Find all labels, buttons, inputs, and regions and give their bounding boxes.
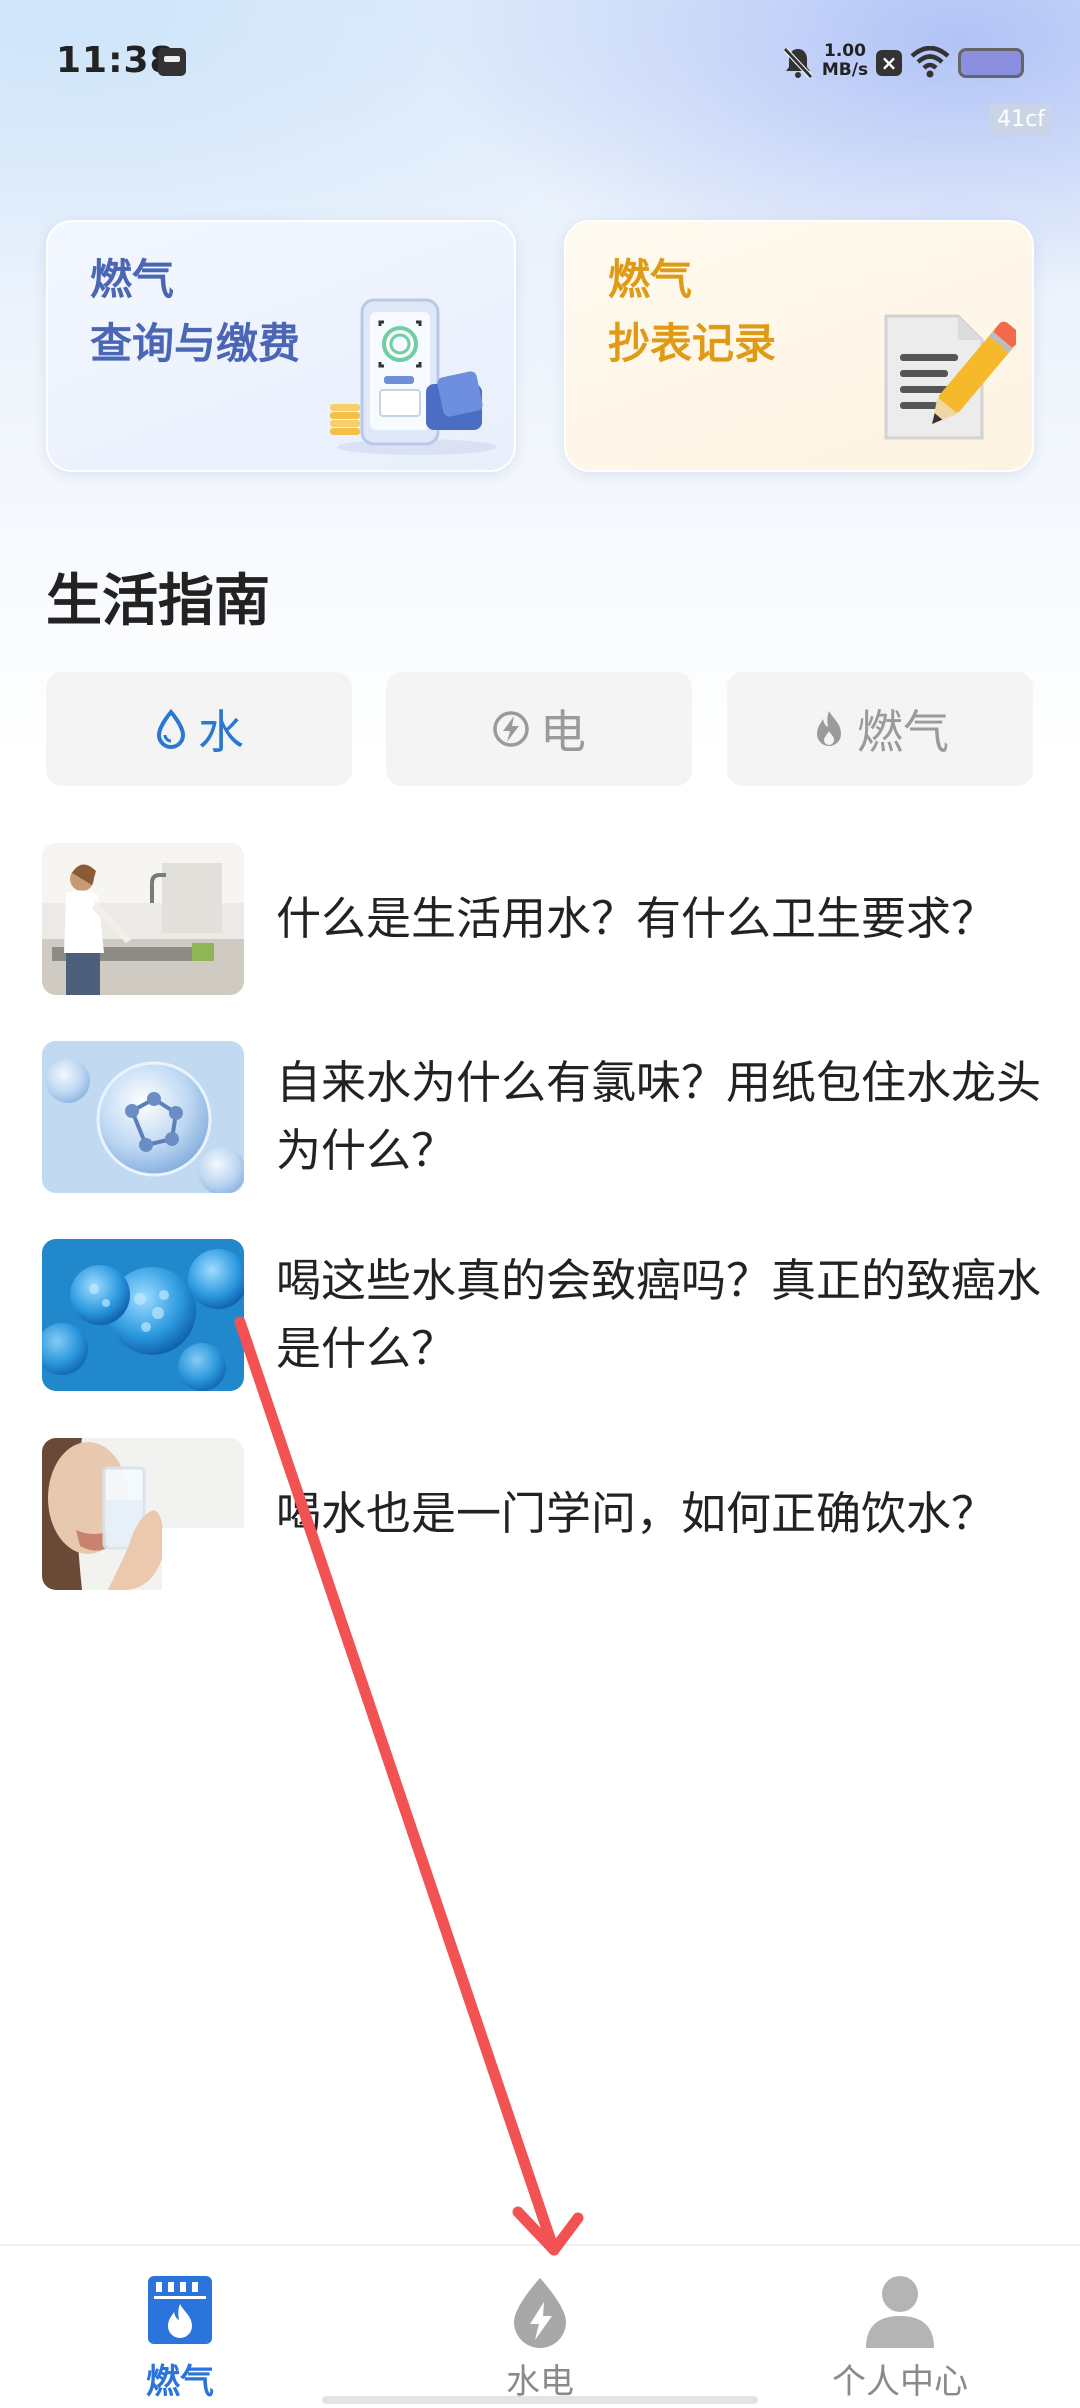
status-bar: 11:38 1.00 MB/s × 41cf: [0, 0, 1080, 136]
close-badge-icon: ×: [876, 50, 902, 76]
card-subtitle: 查询与缴费: [90, 319, 301, 368]
water-electric-drop-icon: [514, 2278, 566, 2348]
network-speed-unit: MB/s: [821, 60, 869, 80]
gas-meter-icon: [148, 2276, 212, 2344]
nav-item-gas[interactable]: 燃气: [70, 2268, 290, 2402]
tab-label: 水: [198, 705, 244, 759]
nav-item-water-electricity[interactable]: 水电: [430, 2268, 650, 2402]
network-speed: 1.00 MB/s: [820, 42, 870, 80]
debug-tag: 41cf: [990, 104, 1052, 136]
water-drop-icon: [156, 709, 186, 749]
battery-icon: [958, 48, 1024, 78]
network-speed-value: 1.00: [824, 41, 866, 61]
sim-card-icon: [158, 48, 186, 76]
bottom-navigation: 燃气 水电 个人中心: [0, 2244, 1080, 2408]
article-item[interactable]: 什么是生活用水？有什么卫生要求？: [42, 843, 1042, 995]
tab-label: 电: [540, 705, 586, 759]
water-molecules-image: [42, 1041, 244, 1193]
phone-fingerprint-payment-icon: [330, 298, 497, 455]
home-indicator[interactable]: [322, 2396, 758, 2404]
lightning-icon: [493, 711, 529, 747]
woman-at-kitchen-sink-image: [42, 843, 244, 995]
tab-water[interactable]: 水: [46, 672, 352, 786]
article-item[interactable]: 喝水也是一门学问，如何正确饮水？: [42, 1438, 1042, 1590]
document-pencil-icon: [884, 314, 1016, 440]
nav-label: 燃气: [146, 2362, 214, 2402]
nav-label: 个人中心: [832, 2362, 968, 2402]
section-title: 生活指南: [46, 569, 270, 634]
card-title: 燃气: [90, 255, 175, 304]
article-item[interactable]: 自来水为什么有氯味？用纸包住水龙头为什么？: [42, 1041, 1042, 1193]
article-title: 喝这些水真的会致癌吗？真正的致癌水是什么？: [276, 1254, 1042, 1375]
woman-drinking-water-image: [42, 1438, 244, 1590]
article-title: 喝水也是一门学问，如何正确饮水？: [276, 1487, 997, 1540]
gas-meter-reading-card[interactable]: 燃气 抄表记录: [564, 220, 1034, 472]
article-title: 自来水为什么有氯味？用纸包住水龙头为什么？: [276, 1056, 1042, 1177]
wifi-icon: [910, 46, 950, 78]
tab-label: 燃气: [857, 705, 949, 759]
tab-gas[interactable]: 燃气: [727, 672, 1033, 786]
article-title: 什么是生活用水？有什么卫生要求？: [276, 892, 997, 945]
flame-icon: [817, 711, 841, 746]
user-profile-icon: [866, 2276, 934, 2348]
gas-query-payment-card[interactable]: 燃气 查询与缴费: [46, 220, 516, 472]
tab-electricity[interactable]: 电: [386, 672, 692, 786]
card-title: 燃气: [608, 255, 693, 304]
blue-cells-image: [42, 1239, 244, 1391]
nav-item-profile[interactable]: 个人中心: [790, 2268, 1010, 2402]
article-item[interactable]: 喝这些水真的会致癌吗？真正的致癌水是什么？: [42, 1239, 1042, 1391]
card-subtitle: 抄表记录: [608, 319, 777, 368]
bell-muted-icon: [783, 47, 813, 79]
